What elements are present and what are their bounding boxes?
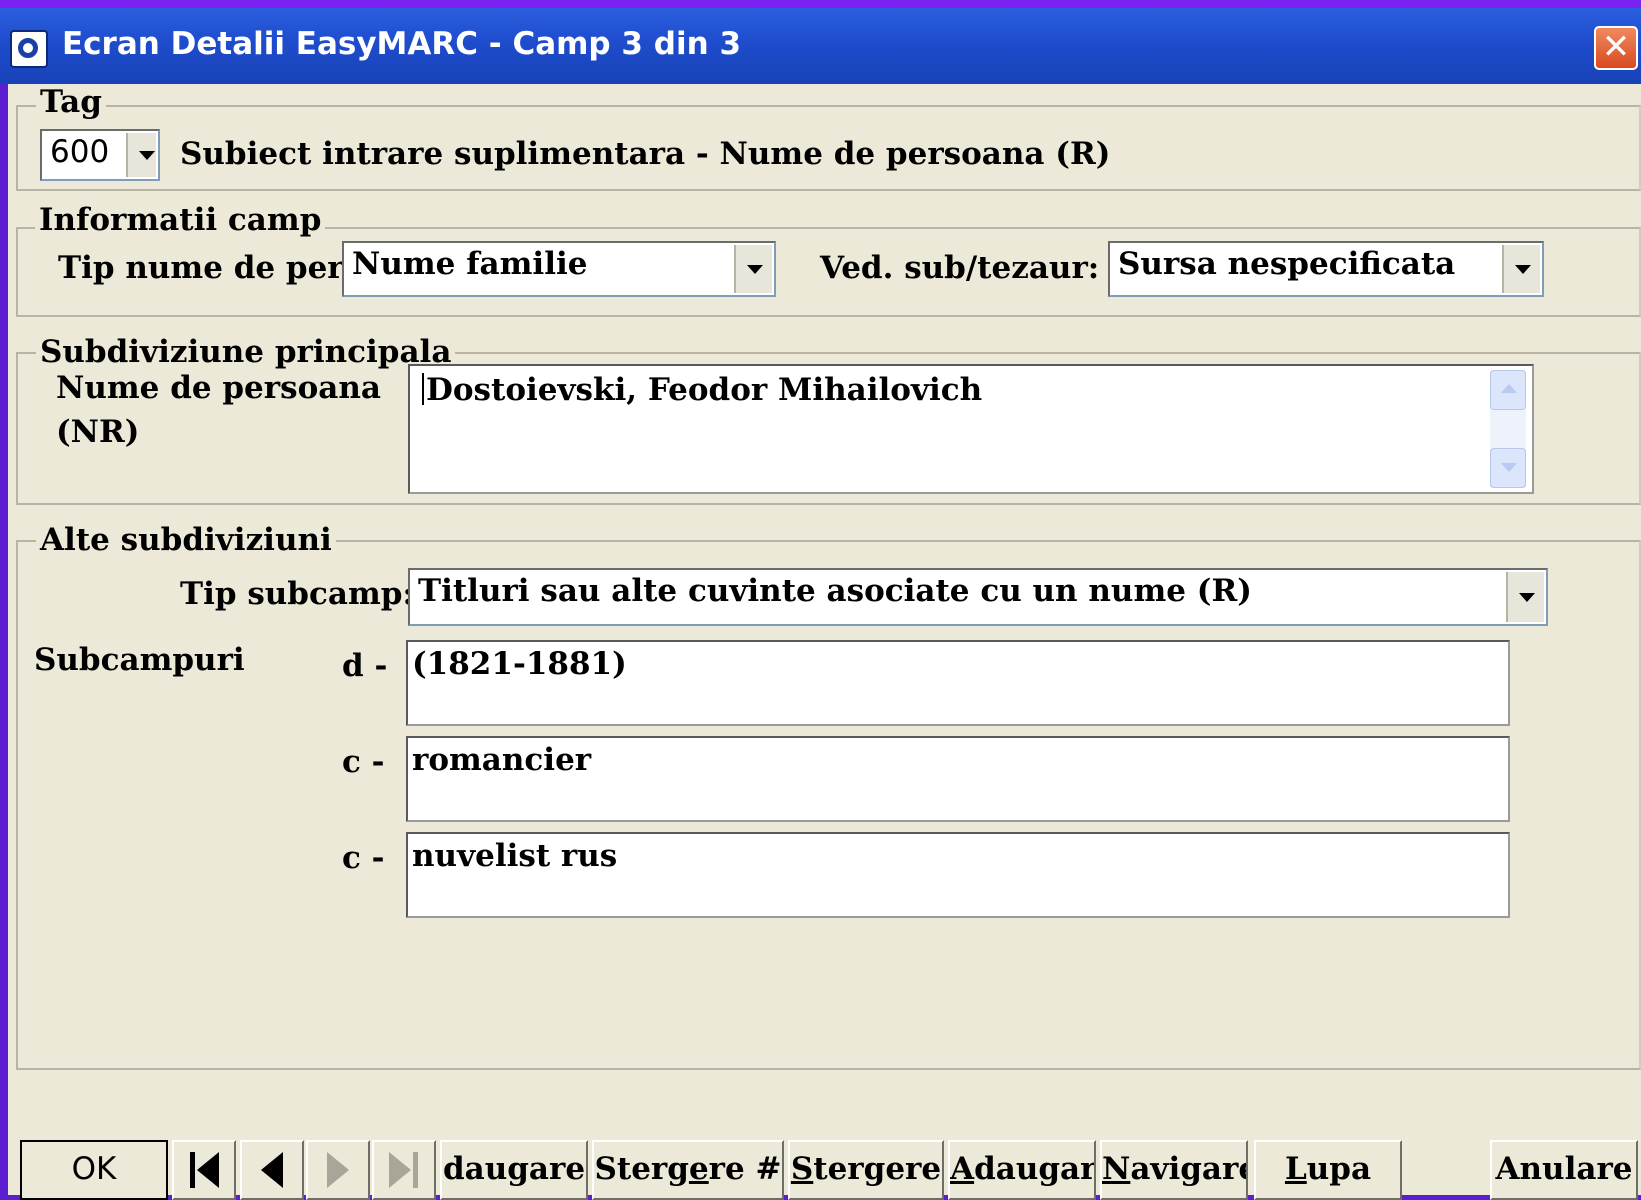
magnifier-button[interactable]: Lupa <box>1254 1140 1402 1200</box>
subfield-type-select[interactable]: Titluri sau alte cuvinte asociate cu un … <box>408 568 1548 626</box>
add-label-rest: daugare <box>974 1151 1096 1187</box>
tag-select-value: 600 <box>50 134 110 170</box>
name-type-label: Tip nume de per <box>58 250 344 286</box>
subfields-label: Subcampuri <box>34 642 245 678</box>
subfield-value: nuvelist rus <box>412 838 618 874</box>
delete-label-rest: tergere <box>813 1151 942 1187</box>
window-frame-top <box>0 0 1641 8</box>
subfield-input[interactable]: romancier <box>406 736 1510 822</box>
cancel-button[interactable]: Anulare <box>1490 1140 1638 1200</box>
subfield-value: romancier <box>412 742 592 778</box>
add-label-key: A <box>950 1151 975 1187</box>
add-subfield-button[interactable]: daugare <box>440 1140 588 1200</box>
next-record-icon <box>327 1152 349 1188</box>
previous-record-icon <box>261 1152 283 1188</box>
tag-select[interactable]: 600 <box>40 129 160 181</box>
thesaurus-select[interactable]: Sursa nespecificata <box>1108 241 1544 297</box>
personal-name-textarea[interactable]: Dostoievski, Feodor Mihailovich <box>408 364 1534 494</box>
vertical-scrollbar[interactable] <box>1490 370 1526 488</box>
next-record-button[interactable] <box>306 1140 370 1200</box>
delete-label-key: S <box>790 1151 814 1187</box>
magnifier-label-key: L <box>1284 1151 1307 1187</box>
subfield-type-label: Tip subcamp: <box>180 576 414 612</box>
subfield-code: d - <box>342 648 388 684</box>
chevron-down-icon[interactable] <box>126 133 156 177</box>
subfield-type-value: Titluri sau alte cuvinte asociate cu un … <box>418 573 1252 609</box>
window-title: Ecran Detalii EasyMARC - Camp 3 din 3 <box>62 26 742 62</box>
scroll-up-icon[interactable] <box>1490 370 1526 410</box>
field-info-legend: Informatii camp <box>35 202 326 238</box>
other-subdivisions-legend: Alte subdiviziuni <box>36 522 336 558</box>
personal-name-label: Nume de persoana <box>56 370 381 406</box>
thesaurus-value: Sursa nespecificata <box>1118 246 1456 282</box>
name-type-select[interactable]: Nume familie <box>342 241 776 297</box>
last-record-icon <box>389 1152 418 1188</box>
text-cursor <box>422 373 424 405</box>
subfield-value: (1821-1881) <box>412 646 627 682</box>
previous-record-button[interactable] <box>240 1140 304 1200</box>
tag-description: Subiect intrare suplimentara - Nume de p… <box>180 136 1111 172</box>
scroll-down-icon[interactable] <box>1490 448 1526 488</box>
tag-legend: Tag <box>36 84 106 120</box>
subfield-input[interactable]: (1821-1881) <box>406 640 1510 726</box>
chevron-down-icon[interactable] <box>734 245 772 293</box>
title-bar[interactable]: Ecran Detalii EasyMARC - Camp 3 din 3 ✕ <box>0 8 1641 84</box>
chevron-down-icon[interactable] <box>1502 245 1540 293</box>
magnifier-label-rest: upa <box>1306 1151 1372 1187</box>
personal-name-label-nr: (NR) <box>56 414 140 450</box>
navigate-button[interactable]: Navigare <box>1100 1140 1248 1200</box>
delete-hash-label-post: re # <box>708 1151 782 1187</box>
subfield-code: c - <box>342 744 385 780</box>
delete-hash-label-key: e <box>688 1151 709 1187</box>
first-record-button[interactable] <box>172 1140 236 1200</box>
main-subdivision-legend: Subdiviziune principala <box>36 334 456 370</box>
name-type-value: Nume familie <box>352 246 588 282</box>
ok-button[interactable]: OK <box>20 1140 168 1200</box>
subfield-code: c - <box>342 840 385 876</box>
delete-button[interactable]: Stergere <box>788 1140 944 1200</box>
details-dialog: Tag 600 Subiect intrare suplimentara - N… <box>8 84 1641 1195</box>
delete-hash-button[interactable]: Stergere # <box>592 1140 784 1200</box>
navigate-label-key: N <box>1102 1151 1131 1187</box>
personal-name-value: Dostoievski, Feodor Mihailovich <box>426 372 983 408</box>
thesaurus-label: Ved. sub/tezaur: <box>820 250 1100 286</box>
close-button[interactable]: ✕ <box>1594 26 1638 70</box>
easymarc-logo-icon <box>10 30 48 68</box>
personal-name-value-wrap: Dostoievski, Feodor Mihailovich <box>422 372 982 408</box>
first-record-icon <box>190 1152 219 1188</box>
add-button[interactable]: Adaugare <box>948 1140 1096 1200</box>
navigate-label-rest: avigare <box>1130 1151 1248 1187</box>
delete-hash-label-pre: Sterg <box>594 1151 689 1187</box>
chevron-down-icon[interactable] <box>1506 572 1544 622</box>
subfield-input[interactable]: nuvelist rus <box>406 832 1510 918</box>
last-record-button[interactable] <box>372 1140 436 1200</box>
